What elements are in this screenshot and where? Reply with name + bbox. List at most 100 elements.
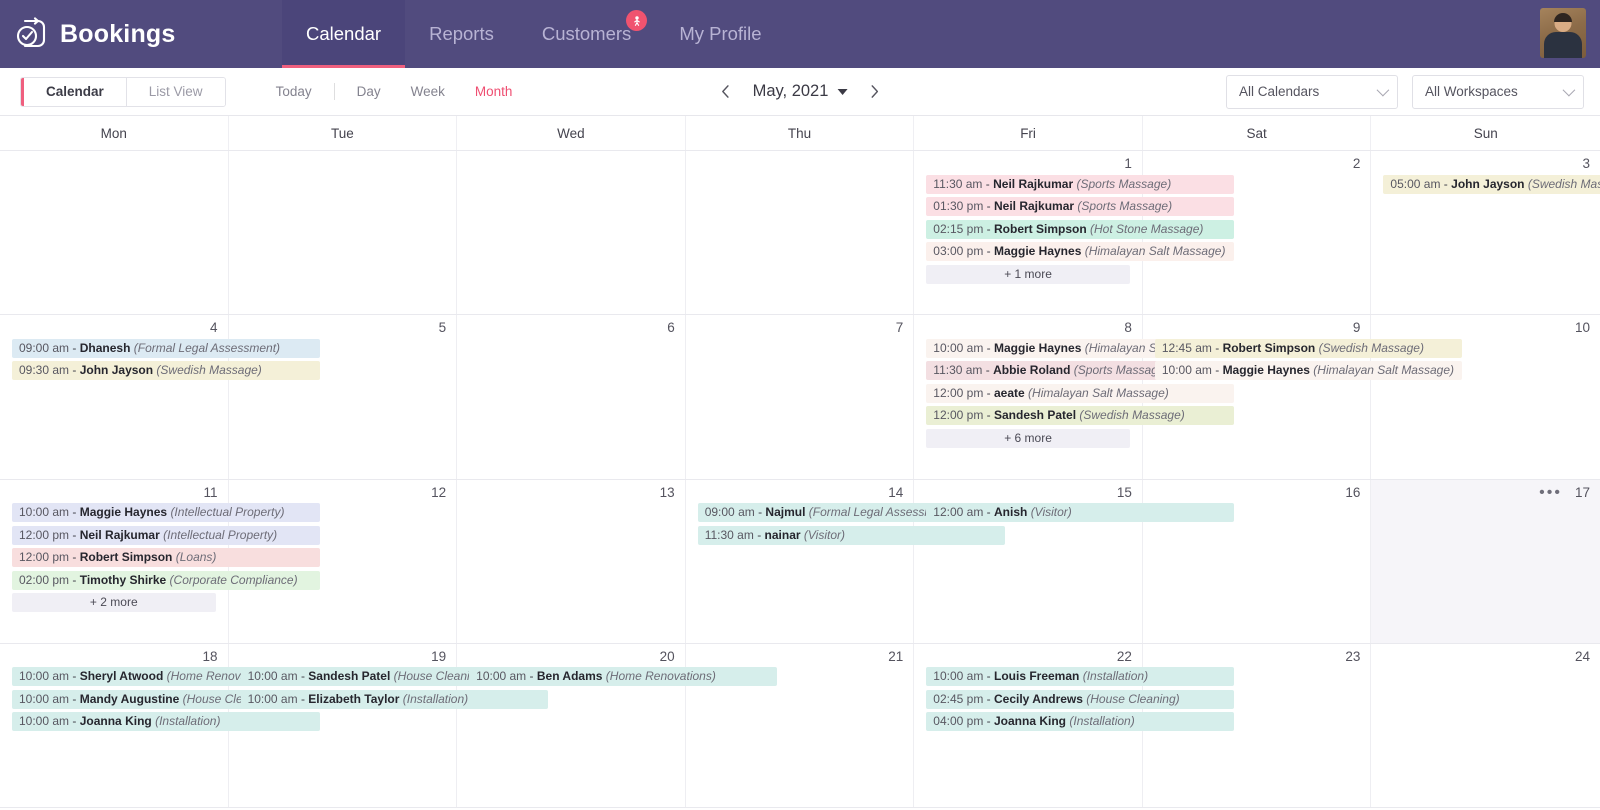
calendar-event[interactable]: 12:00 am - Anish (Visitor) (926, 503, 1234, 522)
event-service-name: (Formal Legal Assessment) (133, 340, 281, 355)
calendar-event[interactable]: 12:45 am - Robert Simpson (Swedish Massa… (1154, 338, 1463, 358)
calendar-event[interactable]: 09:00 am - Dhanesh (Formal Legal Assessm… (12, 338, 320, 358)
event-customer-name: Mandy Augustine (79, 691, 180, 706)
nav-label: Calendar (306, 23, 382, 44)
event-customer-name: Louis Freeman (994, 669, 1080, 684)
day-cell-4[interactable]: 4 09:00 am - Dhanesh (Formal Legal Assess… (0, 315, 320, 479)
view-day[interactable]: Day (343, 80, 395, 103)
weekday-label: Tue (330, 125, 354, 141)
event-separator: - (69, 363, 80, 378)
day-cell-17[interactable]: ••• 17 (1371, 479, 1600, 643)
day-number: 9 (1352, 320, 1361, 336)
day-cell-8[interactable]: 8 10:00 am - Maggie Haynes (Himalayan Sal… (914, 315, 1234, 479)
more-events-link[interactable]: + 6 more (926, 428, 1130, 448)
nav-label: Reports (429, 23, 494, 44)
chevron-left-icon[interactable] (713, 79, 739, 105)
calendar-event[interactable]: 12:00 pm - Robert Simpson (Loans) (12, 548, 320, 567)
day-cell-empty[interactable] (0, 151, 229, 315)
calendar-event[interactable]: 09:30 am - John Jayson (Swedish Massage) (12, 361, 320, 381)
day-number: 16 (1345, 484, 1361, 500)
day-cell-20[interactable]: 20 10:00 am - Ben Adams (Home Renovations… (457, 643, 777, 807)
day-cell-empty[interactable] (457, 151, 686, 315)
calendar-event[interactable]: 11:30 am - nainar (Visitor) (697, 525, 1006, 545)
brand-title: Bookings (60, 19, 176, 48)
day-cell-empty[interactable] (686, 151, 915, 315)
day-cell-11[interactable]: 11 10:00 am - Maggie Haynes (Intellectual… (0, 479, 320, 643)
event-separator: - (297, 669, 309, 684)
event-customer-name: nainar (764, 527, 801, 542)
current-period-label: May, 2021 (752, 82, 829, 100)
day-number (0, 151, 228, 161)
nav-item-my-profile[interactable]: My Profile (655, 0, 785, 68)
event-service-name: (Installation) (1069, 714, 1135, 729)
event-separator: - (983, 244, 994, 258)
week-row: 4 09:00 am - Dhanesh (Formal Legal Assess… (0, 315, 1600, 480)
day-cell-18[interactable]: 18 10:00 am - Sheryl Atwood (Home Renovat… (0, 643, 320, 807)
event-service-name: (Swedish Massage) (1527, 176, 1600, 191)
calendar-event[interactable]: 10:00 am - Maggie Haynes (Intellectual P… (12, 503, 320, 522)
segment-list-view[interactable]: List View (126, 77, 225, 106)
calendar-event[interactable]: 02:00 pm - Timothy Shirke (Corporate Com… (12, 570, 320, 590)
calendar-event[interactable]: 04:00 pm - Joanna King (Installation) (926, 712, 1234, 732)
calendar-event[interactable]: 10:00 am - Elizabeth Taylor (Installatio… (240, 689, 549, 709)
range-view-switcher: Today Day Week Month (262, 80, 527, 103)
calendar-event[interactable]: 12:00 pm - Neil Rajkumar (Intellectual P… (12, 525, 320, 545)
day-cell-3[interactable]: 3 05:00 am - John Jayson (Swedish Massage… (1371, 151, 1600, 314)
calendar-event[interactable]: 05:00 am - John Jayson (Swedish Massage) (1383, 174, 1600, 194)
day-cell-13[interactable]: 13 (457, 479, 686, 643)
view-month[interactable]: Month (461, 80, 527, 103)
event-time: 01:30 pm (933, 199, 984, 213)
clock-check-icon (14, 17, 48, 51)
event-service-name: (Swedish Massage) (1079, 408, 1185, 423)
event-time: 10:00 am (19, 669, 70, 684)
day-cell-15[interactable]: 15 12:00 am - Anish (Visitor) (914, 479, 1234, 643)
event-time: 05:00 am (1390, 176, 1441, 191)
day-cell-22[interactable]: 22 10:00 am - Louis Freeman (Installation… (914, 643, 1234, 807)
event-separator: - (983, 714, 994, 729)
calendar-event[interactable]: 02:45 pm - Cecily Andrews (House Cleanin… (926, 689, 1234, 709)
event-service-name: (Installation) (402, 691, 469, 706)
day-cell-7[interactable]: 7 (686, 315, 915, 479)
day-cell-empty[interactable] (229, 151, 458, 315)
event-separator: - (983, 340, 994, 355)
segment-calendar[interactable]: Calendar (21, 77, 127, 106)
calendar-event[interactable]: 10:00 am - Joanna King (Installation) (12, 712, 320, 732)
workspace-filter-select[interactable]: All Workspaces (1412, 74, 1584, 109)
day-number: 15 (1116, 484, 1132, 500)
event-customer-name: Joanna King (79, 714, 152, 729)
calendar-event[interactable]: 01:30 pm - Neil Rajkumar (Sports Massage… (926, 197, 1234, 216)
chevron-right-icon[interactable] (861, 79, 887, 105)
current-period-selector[interactable]: May, 2021 (753, 82, 848, 101)
nav-item-customers[interactable]: Customers (518, 0, 655, 68)
event-time: 09:00 am (19, 340, 70, 355)
calendar-event[interactable]: 12:00 pm - aeate (Himalayan Salt Massage… (926, 383, 1234, 403)
user-avatar-photo[interactable] (1540, 8, 1586, 58)
calendar-event[interactable]: 10:00 am - Maggie Haynes (Himalayan Salt… (1154, 361, 1463, 381)
calendar-filter-select[interactable]: All Calendars (1226, 74, 1398, 109)
day-cell-6[interactable]: 6 (457, 315, 686, 479)
more-events-link[interactable]: + 1 more (926, 264, 1130, 284)
event-time: 10:00 am (933, 340, 984, 355)
calendar-event[interactable]: 03:00 pm - Maggie Haynes (Himalayan Salt… (926, 242, 1234, 261)
brand[interactable]: Bookings (0, 0, 282, 68)
event-separator: - (69, 505, 80, 519)
more-events-link[interactable]: + 2 more (12, 593, 216, 612)
weekday-header-thu: Thu (686, 116, 915, 150)
calendar-event[interactable]: 02:15 pm - Robert Simpson (Hot Stone Mas… (926, 219, 1234, 239)
calendar-event[interactable]: 11:30 am - Neil Rajkumar (Sports Massage… (926, 174, 1234, 194)
calendar-event[interactable]: 12:00 pm - Sandesh Patel (Swedish Massag… (926, 406, 1234, 426)
calendar-event[interactable]: 10:00 am - Ben Adams (Home Renovations) (469, 667, 777, 687)
day-cell-1[interactable]: 1 11:30 am - Neil Rajkumar (Sports Massag… (914, 151, 1234, 315)
nav-item-reports[interactable]: Reports (405, 0, 518, 68)
view-week[interactable]: Week (397, 80, 459, 103)
today-button[interactable]: Today (262, 80, 326, 103)
event-separator: - (982, 176, 994, 191)
day-options-icon[interactable]: ••• (1539, 484, 1562, 501)
calendar-event[interactable]: 10:00 am - Louis Freeman (Installation) (926, 667, 1234, 687)
filter-group: All Calendars All Workspaces (1226, 74, 1584, 109)
day-cell-14[interactable]: 14 09:00 am - Najmul (Formal Legal Assess… (686, 479, 1006, 643)
event-customer-name: Neil Rajkumar (994, 199, 1075, 213)
date-navigator: May, 2021 (713, 79, 888, 105)
day-cell-24[interactable]: 24 (1371, 644, 1600, 807)
nav-item-calendar[interactable]: Calendar (282, 0, 406, 68)
